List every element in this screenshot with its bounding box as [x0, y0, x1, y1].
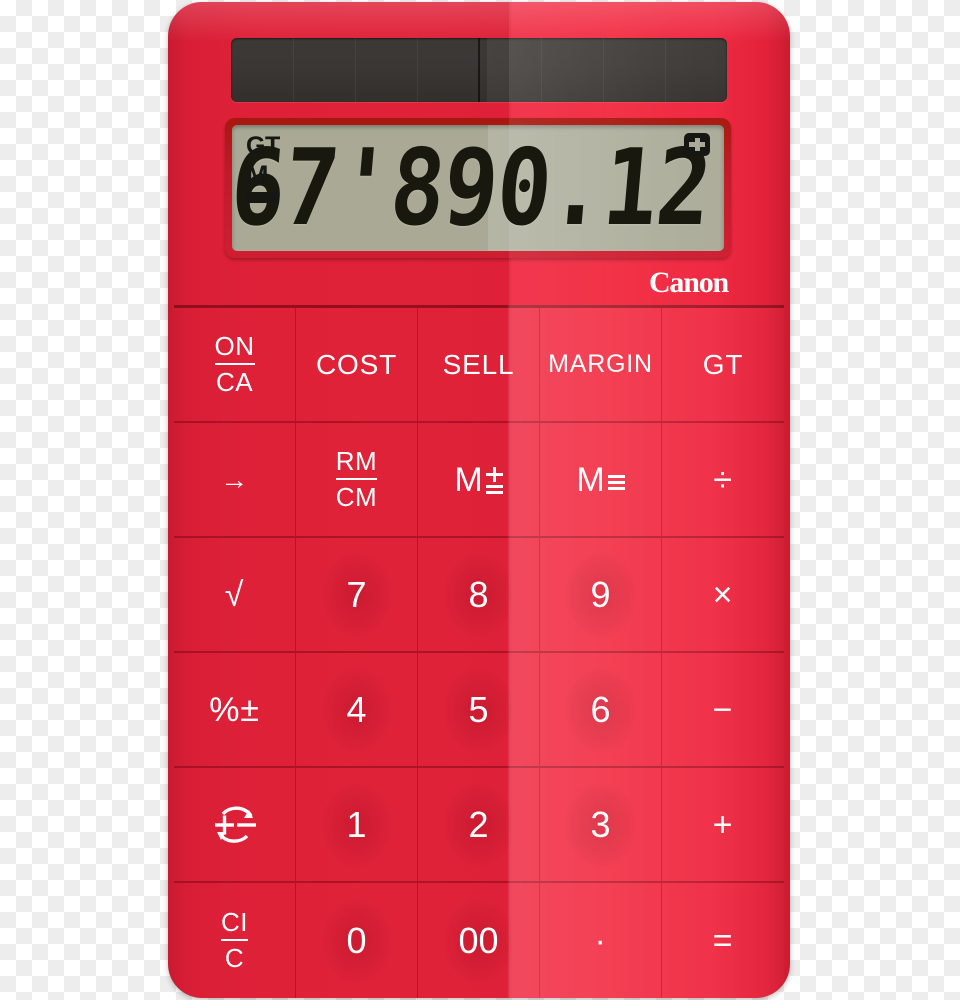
key-label: 4	[346, 688, 367, 730]
key-label-stack: CI C	[221, 908, 248, 973]
key-digit-8[interactable]: 8	[418, 538, 540, 653]
key-clear-ci-c[interactable]: CI C	[174, 883, 296, 998]
lcd-value: 1'234'567'890.12	[232, 127, 716, 250]
key-label: ÷	[713, 460, 733, 499]
calculator-device: GT M 1'234'567'890.12 Canon ON CA COST SELL…	[168, 2, 790, 998]
memory-glyph-m: M	[576, 460, 605, 499]
key-label: 0	[346, 919, 367, 961]
key-rm-cm[interactable]: RM CM	[296, 423, 418, 538]
key-label: MARGIN	[548, 350, 653, 378]
lcd-bezel: GT M 1'234'567'890.12	[225, 118, 731, 258]
lcd-indicator-group: GT M	[246, 134, 292, 203]
keypad-grid: ON CA COST SELL MARGIN GT → RM CM M M ÷ √ 7 8 9 × %± 4 5 6 − 1…	[174, 305, 784, 998]
key-digit-0[interactable]: 0	[296, 883, 418, 998]
key-label: →	[220, 463, 249, 495]
key-label-stack: ON CA	[214, 332, 255, 397]
memory-glyph: M	[454, 460, 503, 499]
key-digit-2[interactable]: 2	[418, 768, 540, 883]
key-subtract[interactable]: −	[662, 653, 784, 768]
solar-panel-gloss	[487, 38, 727, 102]
key-label-top: CI	[221, 908, 248, 941]
key-label-stack: RM CM	[335, 447, 378, 512]
lcd-digits-area: 1'234'567'890.12	[232, 127, 716, 250]
key-label: 5	[468, 688, 489, 730]
key-digit-7[interactable]: 7	[296, 538, 418, 653]
key-label: −	[712, 690, 734, 729]
key-decimal-point[interactable]: ·	[540, 883, 662, 998]
key-digit-1[interactable]: 1	[296, 768, 418, 883]
key-label-bottom: C	[224, 943, 245, 973]
key-digit-9[interactable]: 9	[540, 538, 662, 653]
key-on-ca[interactable]: ON CA	[174, 308, 296, 423]
key-label-top: ON	[214, 332, 255, 365]
memory-glyph-marks	[485, 467, 503, 494]
key-label: 2	[468, 803, 489, 845]
key-percent-plus-minus[interactable]: %±	[174, 653, 296, 768]
key-label-bottom: CA	[215, 367, 254, 397]
memory-indicator: M	[246, 160, 269, 190]
key-sell[interactable]: SELL	[418, 308, 540, 423]
brand-logo: Canon	[648, 266, 729, 299]
key-square-root[interactable]: √	[174, 538, 296, 653]
key-memory-plus-minus[interactable]: M	[418, 423, 540, 538]
key-digit-3[interactable]: 3	[540, 768, 662, 883]
key-digit-6[interactable]: 6	[540, 653, 662, 768]
key-cost[interactable]: COST	[296, 308, 418, 423]
key-label: %±	[209, 690, 260, 729]
solar-panel-divider	[478, 38, 480, 102]
key-equals[interactable]: =	[662, 883, 784, 998]
key-digit-00[interactable]: 00	[418, 883, 540, 998]
body-sheen	[168, 2, 790, 42]
key-margin[interactable]: MARGIN	[540, 308, 662, 423]
memory-glyph-marks	[607, 472, 625, 490]
solar-panel	[231, 38, 727, 102]
key-label: 7	[346, 573, 367, 615]
key-label: 00	[458, 919, 499, 961]
memory-glyph-m: M	[454, 460, 483, 499]
key-multiply[interactable]: ×	[662, 538, 784, 653]
key-digit-4[interactable]: 4	[296, 653, 418, 768]
key-label: =	[712, 921, 734, 960]
key-label: COST	[316, 348, 397, 380]
key-memory-recall[interactable]: M	[540, 423, 662, 538]
grand-total-indicator: GT	[246, 132, 280, 160]
key-gt[interactable]: GT	[662, 308, 784, 423]
key-label: ·	[594, 921, 607, 960]
key-label: 1	[346, 803, 367, 845]
memory-glyph: M	[576, 460, 625, 499]
key-label: 9	[590, 573, 611, 615]
key-label: ×	[712, 575, 734, 614]
key-label: SELL	[442, 348, 515, 380]
key-add[interactable]: +	[662, 768, 784, 883]
key-digit-5[interactable]: 5	[418, 653, 540, 768]
sign-change-icon	[209, 802, 261, 848]
key-sign-change[interactable]	[174, 768, 296, 883]
key-label: √	[224, 575, 245, 614]
key-label-top: RM	[335, 447, 378, 480]
key-label: GT	[702, 348, 744, 380]
key-label: 3	[590, 803, 611, 845]
key-label-bottom: CM	[335, 482, 378, 512]
memory-indicator-bar	[246, 192, 279, 203]
key-label: +	[712, 805, 734, 844]
key-label: 8	[468, 573, 489, 615]
key-label: 6	[590, 688, 611, 730]
lcd-screen: GT M 1'234'567'890.12	[232, 125, 724, 251]
key-divide[interactable]: ÷	[662, 423, 784, 538]
key-backspace[interactable]: →	[174, 423, 296, 538]
plus-sign-indicator	[684, 133, 710, 156]
